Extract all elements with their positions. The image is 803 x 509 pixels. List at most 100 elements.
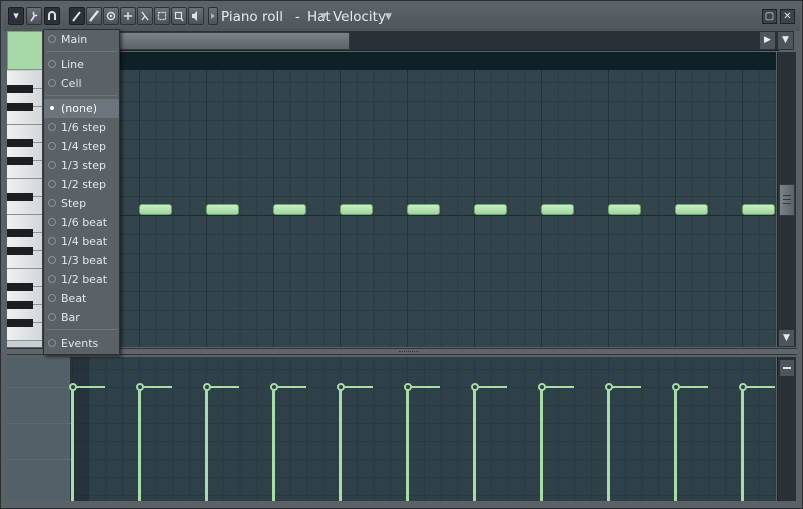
snap-menu-item-label: Main [61, 33, 88, 46]
radio-icon [48, 180, 56, 188]
horizontal-scrollbar[interactable] [43, 31, 779, 51]
snap-menu: Main Line Cell (none) 1/6 step 1/4 step 1/3 st… [43, 29, 120, 355]
velocity-bar[interactable] [607, 387, 610, 501]
black-key[interactable] [7, 103, 33, 111]
snap-menu-item[interactable]: (none) [44, 99, 119, 118]
snap-menu-item[interactable]: 1/6 step [44, 118, 119, 137]
snap-menu-item[interactable]: 1/3 step [44, 156, 119, 175]
snap-menu-item[interactable]: Main [44, 30, 119, 49]
window-title-part-2[interactable]: Hat [307, 9, 331, 25]
snap-menu-item-label: 1/3 beat [61, 254, 108, 267]
velocity-event-pane[interactable] [69, 357, 776, 501]
velocity-bar[interactable] [272, 387, 275, 501]
black-key[interactable] [7, 283, 33, 291]
scroll-down-button[interactable]: ▼ [777, 31, 794, 50]
velocity-handle[interactable] [538, 383, 546, 391]
note[interactable] [608, 204, 641, 215]
snap-menu-item[interactable]: Events [44, 334, 119, 353]
horizontal-scroll-thumb[interactable] [118, 32, 350, 50]
velocity-handle[interactable] [605, 383, 613, 391]
black-key[interactable] [7, 85, 33, 93]
note[interactable] [139, 204, 172, 215]
velocity-handle[interactable] [203, 383, 211, 391]
snap-menu-item[interactable]: 1/3 beat [44, 251, 119, 270]
scroll-right-button[interactable]: ▶ [759, 31, 776, 50]
scroll-down-button[interactable]: ▼ [778, 329, 795, 347]
snap-menu-item[interactable]: 1/4 beat [44, 232, 119, 251]
note-grid[interactable] [43, 70, 776, 347]
chevron-down-icon[interactable]: ▼ [320, 12, 327, 22]
velocity-level-line [475, 386, 507, 388]
slice-icon[interactable] [137, 7, 153, 25]
window-title-part-1[interactable]: Piano roll [221, 9, 283, 25]
velocity-handle[interactable] [404, 383, 412, 391]
select-icon[interactable] [154, 7, 170, 25]
velocity-bar[interactable] [741, 387, 744, 501]
paint-brush-icon[interactable] [86, 7, 102, 25]
note[interactable] [407, 204, 440, 215]
close-button[interactable]: ✕ [780, 9, 795, 24]
velocity-handle[interactable] [471, 383, 479, 391]
title-menu-arrow-icon[interactable] [208, 7, 218, 25]
event-target-panel[interactable] [7, 357, 71, 501]
note[interactable] [541, 204, 574, 215]
velocity-handle[interactable] [337, 383, 345, 391]
restore-button[interactable]: ▢ [762, 9, 777, 24]
black-key[interactable] [7, 157, 33, 165]
zoom-icon[interactable] [171, 7, 187, 25]
velocity-handle[interactable] [739, 383, 747, 391]
snap-menu-item[interactable]: 1/4 step [44, 137, 119, 156]
delete-icon[interactable] [103, 7, 119, 25]
velocity-bar[interactable] [205, 387, 208, 501]
black-key[interactable] [7, 139, 33, 147]
note[interactable] [742, 204, 775, 215]
vertical-scroll-thumb[interactable] [779, 184, 795, 216]
black-key[interactable] [7, 193, 33, 201]
black-key[interactable] [7, 229, 33, 237]
collapse-button[interactable] [779, 359, 795, 377]
velocity-handle[interactable] [136, 383, 144, 391]
velocity-bar[interactable] [674, 387, 677, 501]
piano-keyboard[interactable] [7, 31, 43, 347]
black-key[interactable] [7, 247, 33, 255]
vertical-scrollbar[interactable] [777, 52, 796, 347]
velocity-bar[interactable] [138, 387, 141, 501]
note[interactable] [474, 204, 507, 215]
pane-splitter[interactable] [7, 348, 797, 355]
velocity-handle[interactable] [270, 383, 278, 391]
pencil-icon[interactable] [69, 7, 85, 25]
velocity-bar[interactable] [339, 387, 342, 501]
black-key[interactable] [7, 319, 33, 327]
wrench-icon[interactable] [26, 7, 42, 25]
snap-menu-item[interactable]: Beat [44, 289, 119, 308]
velocity-handle[interactable] [672, 383, 680, 391]
velocity-handle[interactable] [69, 383, 77, 391]
snap-menu-item[interactable]: 1/2 beat [44, 270, 119, 289]
note[interactable] [273, 204, 306, 215]
chevron-down-icon[interactable]: ▼ [385, 12, 392, 22]
velocity-bar[interactable] [406, 387, 409, 501]
dropdown-arrow-icon[interactable]: ▾ [8, 7, 24, 25]
velocity-bar[interactable] [473, 387, 476, 501]
speaker-icon[interactable] [188, 7, 204, 25]
channel-color-swatch[interactable] [7, 31, 42, 70]
note[interactable] [675, 204, 708, 215]
snap-menu-item[interactable]: Cell [44, 74, 119, 93]
snap-menu-item[interactable]: 1/2 step [44, 175, 119, 194]
note[interactable] [340, 204, 373, 215]
velocity-level-line [542, 386, 574, 388]
snap-menu-item[interactable]: Line [44, 55, 119, 74]
note[interactable] [206, 204, 239, 215]
event-scrollbar[interactable] [777, 357, 796, 501]
velocity-bar[interactable] [540, 387, 543, 501]
magnet-icon[interactable] [44, 7, 60, 25]
velocity-bar[interactable] [71, 387, 74, 501]
snap-menu-item[interactable]: Step [44, 194, 119, 213]
mute-icon[interactable] [120, 7, 136, 25]
timeline-ruler[interactable] [43, 52, 776, 70]
snap-menu-item-label: Step [61, 197, 87, 210]
snap-menu-item[interactable]: Bar [44, 308, 119, 327]
black-key[interactable] [7, 301, 33, 309]
snap-menu-item[interactable]: 1/6 beat [44, 213, 119, 232]
window-title-part-3[interactable]: Velocity [333, 9, 386, 25]
